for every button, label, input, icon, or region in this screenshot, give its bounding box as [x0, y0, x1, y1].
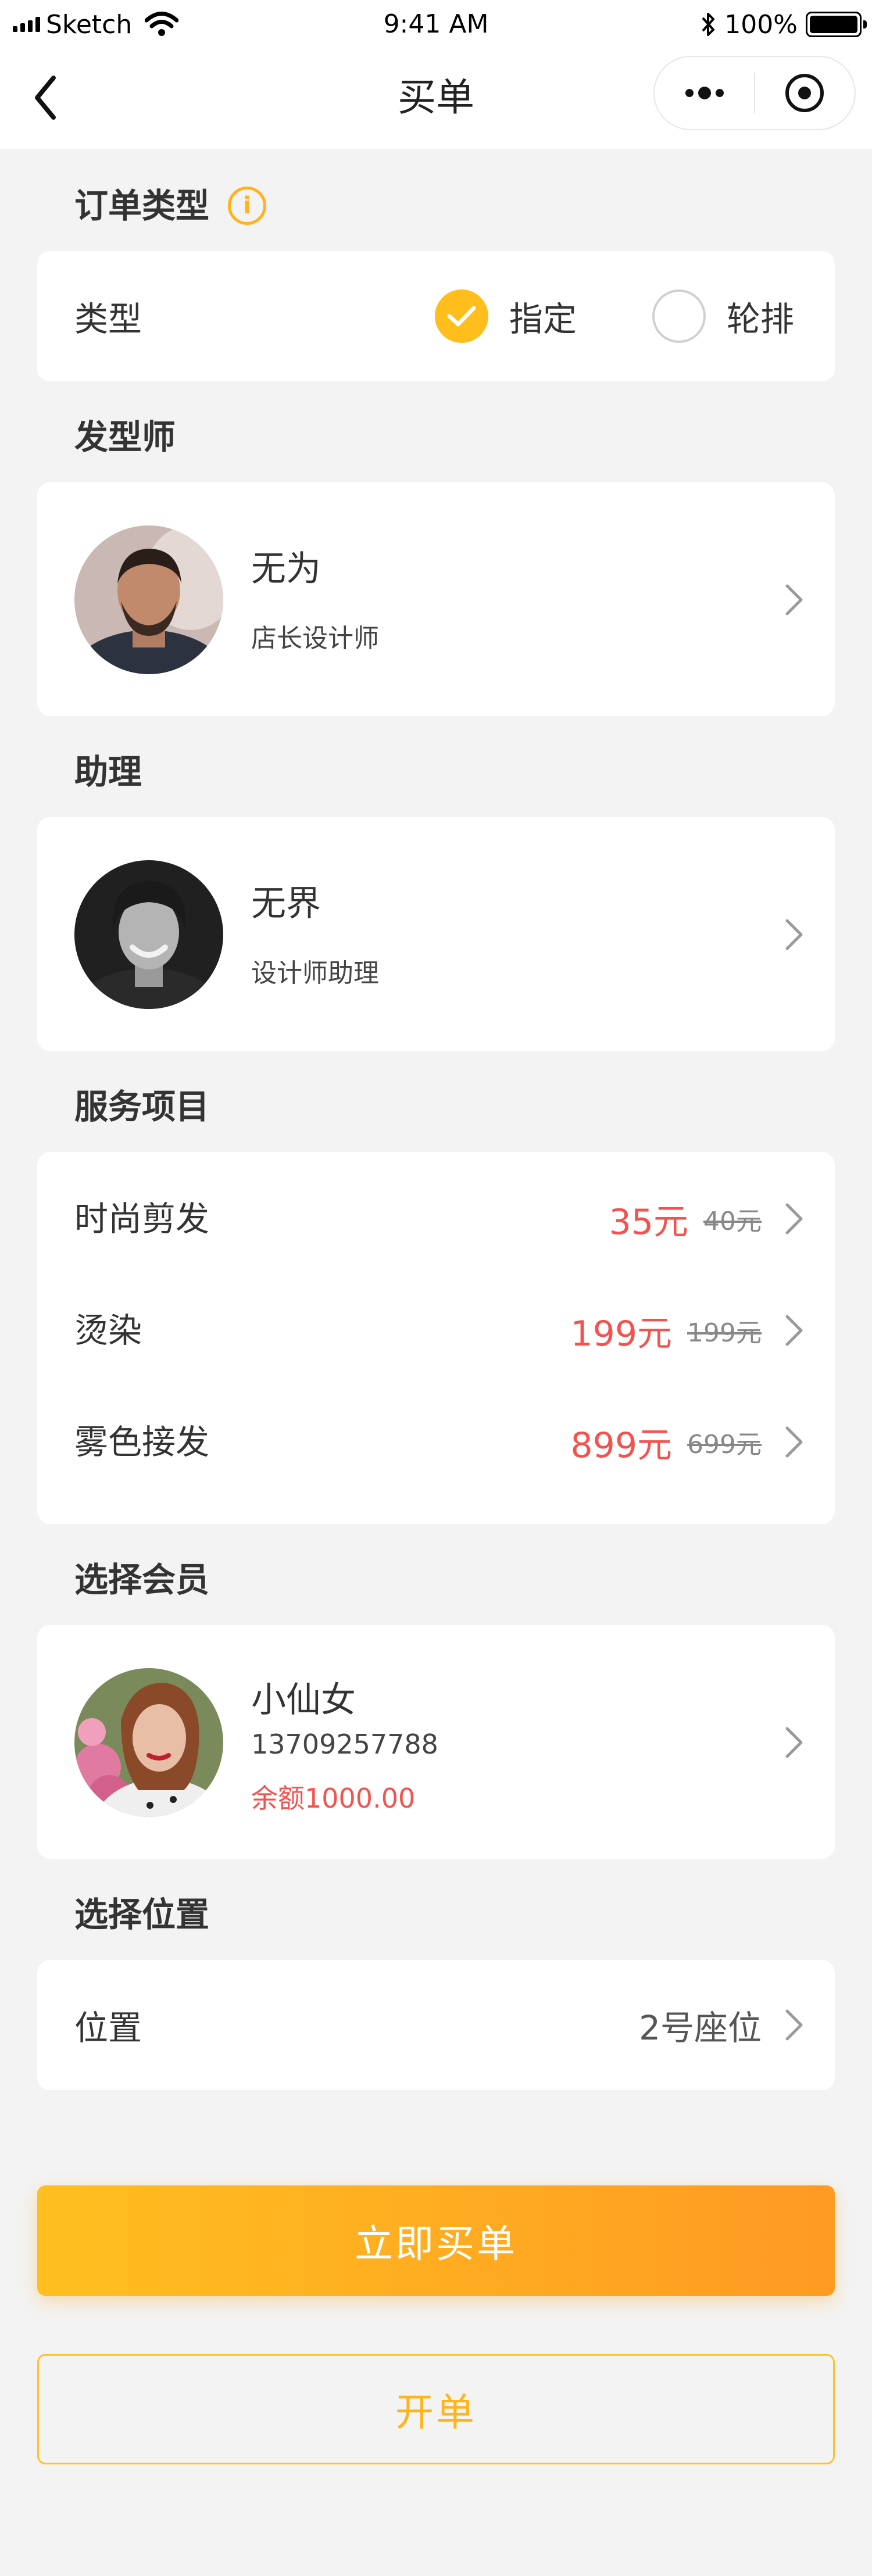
empty-circle-icon: [652, 289, 706, 343]
assistant-card[interactable]: 无界 设计师助理: [37, 817, 835, 1051]
order-type-card: 类型 指定 轮排: [37, 251, 835, 381]
service-price-original: 199元: [687, 1318, 762, 1348]
chevron-right-icon: [785, 1203, 803, 1235]
position-label: 位置: [74, 2008, 142, 2048]
service-price: 35元 40元: [609, 1164, 762, 1274]
service-price-current: 35元: [609, 1201, 688, 1243]
assistant-name: 无界: [251, 883, 321, 924]
assistant-title: 助理: [74, 752, 142, 792]
member-balance: 余额1000.00: [251, 1783, 416, 1814]
service-price-current: 199元: [570, 1313, 673, 1354]
service-price-original: 40元: [703, 1207, 762, 1236]
chevron-right-icon: [785, 1727, 803, 1758]
position-card[interactable]: 位置 2号座位: [37, 1960, 835, 2090]
service-row[interactable]: 雾色接发 899元 699元: [37, 1387, 835, 1497]
position-title: 选择位置: [74, 1895, 210, 1934]
target-close-icon: [785, 74, 824, 112]
member-name: 小仙女: [251, 1680, 356, 1720]
service-name: 烫染: [74, 1311, 142, 1350]
service-price-current: 899元: [570, 1425, 673, 1466]
buy-now-button[interactable]: 立即买单: [37, 2185, 835, 2296]
assistant-role: 设计师助理: [251, 958, 379, 988]
status-bar: Sketch 9:41 AM 100%: [0, 0, 872, 49]
member-avatar: [74, 1668, 223, 1817]
more-button[interactable]: [655, 57, 754, 129]
miniprogram-capsule: [653, 56, 856, 130]
stylist-role: 店长设计师: [251, 624, 379, 653]
services-title: 服务项目: [74, 1087, 210, 1126]
stylist-card[interactable]: 无为 店长设计师: [37, 482, 835, 716]
open-order-button[interactable]: 开单: [37, 2354, 835, 2464]
bluetooth-icon: [702, 13, 715, 36]
section-title-order-type: 订单类型 i: [74, 183, 267, 229]
member-phone: 13709257788: [251, 1729, 438, 1760]
section-title-member: 选择会员: [74, 1557, 209, 1603]
close-miniprogram-button[interactable]: [755, 57, 855, 129]
radio-assigned-label: 指定: [509, 299, 577, 339]
nav-bar: 买单: [0, 49, 872, 149]
info-icon[interactable]: i: [228, 187, 267, 225]
more-dots-icon: [685, 87, 724, 99]
service-name: 时尚剪发: [74, 1199, 210, 1239]
member-card[interactable]: 小仙女 13709257788 余额1000.00: [37, 1625, 835, 1859]
radio-rotation[interactable]: 轮排: [652, 289, 794, 343]
member-title: 选择会员: [74, 1560, 210, 1600]
section-title-position: 选择位置: [74, 1891, 209, 1938]
services-card: 时尚剪发 35元 40元 烫染 199元 199元 雾色接发 899元 699元: [37, 1152, 835, 1524]
assistant-avatar: [74, 860, 223, 1009]
chevron-right-icon: [785, 1315, 803, 1346]
chevron-right-icon: [785, 584, 803, 616]
status-right: 100%: [701, 8, 867, 41]
section-title-assistant: 助理: [74, 749, 142, 795]
service-price: 899元 699元: [570, 1387, 762, 1497]
section-title-stylist: 发型师: [74, 414, 176, 460]
battery-percent: 100%: [724, 9, 798, 40]
order-type-title: 订单类型: [74, 186, 210, 226]
check-circle-icon: [435, 289, 488, 343]
type-label: 类型: [74, 299, 142, 339]
top-bar: Sketch 9:41 AM 100% 买单: [0, 0, 872, 149]
radio-assigned[interactable]: 指定: [435, 289, 577, 343]
radio-rotation-label: 轮排: [727, 299, 795, 339]
chevron-right-icon: [785, 2009, 803, 2041]
section-title-services: 服务项目: [74, 1083, 209, 1130]
service-row[interactable]: 烫染 199元 199元: [37, 1275, 835, 1386]
service-price: 199元 199元: [570, 1275, 762, 1386]
stylist-name: 无为: [251, 549, 321, 589]
service-name: 雾色接发: [74, 1422, 210, 1462]
service-price-original: 699元: [687, 1430, 762, 1459]
battery-icon: [806, 12, 867, 37]
stylist-avatar: [74, 525, 223, 674]
stylist-title: 发型师: [74, 417, 176, 457]
position-value: 2号座位: [639, 2008, 762, 2048]
chevron-right-icon: [785, 919, 803, 950]
chevron-right-icon: [785, 1426, 803, 1458]
service-row[interactable]: 时尚剪发 35元 40元: [37, 1164, 835, 1274]
